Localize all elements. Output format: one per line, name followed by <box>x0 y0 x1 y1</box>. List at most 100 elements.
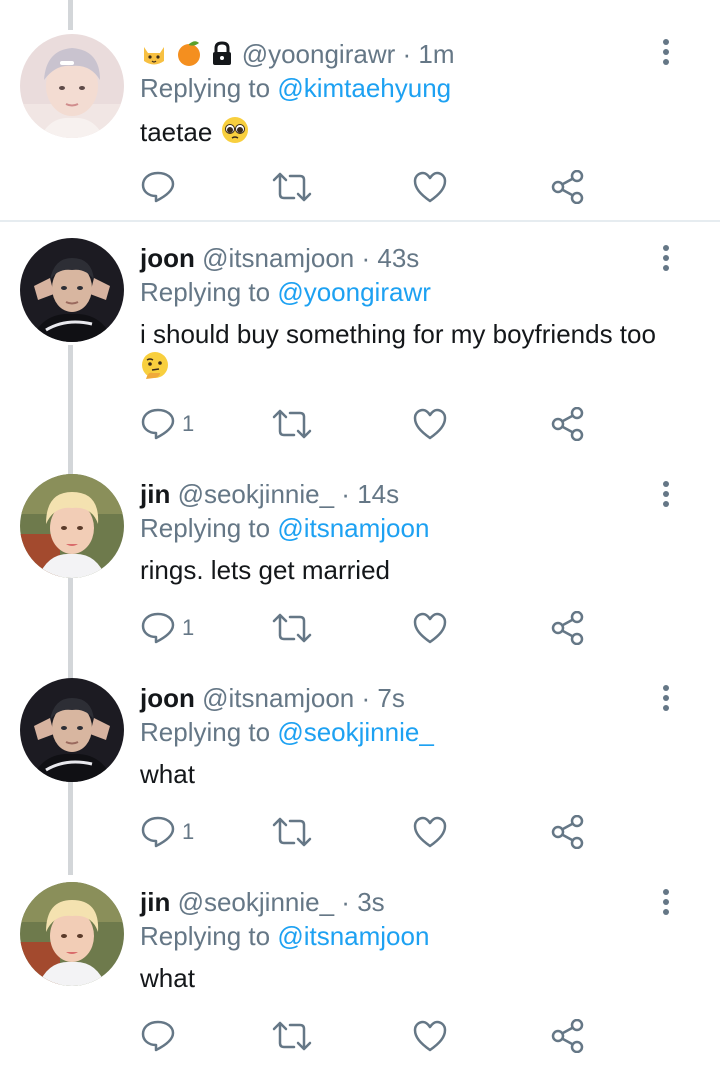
reply-button[interactable] <box>140 170 182 204</box>
replying-to: Replying to @kimtaehyung <box>140 72 451 104</box>
reply-count: 1 <box>182 411 195 436</box>
avatar-yoongirawr[interactable] <box>20 34 124 138</box>
like-button[interactable] <box>412 611 448 645</box>
tweet-time[interactable]: 14s <box>357 479 399 509</box>
reply-count: 1 <box>182 615 195 640</box>
tweet-handle[interactable]: @seokjinnie_ <box>178 479 334 509</box>
replying-to: Replying to @yoongirawr <box>140 276 431 308</box>
replying-mention-link[interactable]: @seokjinnie_ <box>277 717 433 747</box>
tweet-item[interactable]: jin @seokjinnie_ · 14s Replying to @itsn… <box>0 458 720 662</box>
tweet-header: joon @itsnamjoon · 43s <box>140 242 419 274</box>
replying-mention-link[interactable]: @itsnamjoon <box>277 921 429 951</box>
replying-mention-link[interactable]: @itsnamjoon <box>277 513 429 543</box>
heart-icon <box>412 1019 448 1053</box>
tweet-display-name[interactable]: jin <box>140 479 170 509</box>
share-button[interactable] <box>550 611 586 645</box>
reply-icon <box>140 407 176 441</box>
tweet-header: joon @itsnamjoon · 7s <box>140 682 405 714</box>
reply-count: 1 <box>182 819 195 844</box>
replying-mention-link[interactable]: @kimtaehyung <box>277 73 451 103</box>
tweet-text: what <box>140 962 680 995</box>
separator-dot: · <box>361 683 371 713</box>
like-button[interactable] <box>412 170 448 204</box>
retweet-icon <box>272 815 312 849</box>
like-button[interactable] <box>412 815 448 849</box>
avatar-itsnamjoon[interactable] <box>20 678 124 782</box>
retweet-button[interactable] <box>272 1019 312 1053</box>
tweet-handle[interactable]: @yoongirawr <box>242 39 396 69</box>
reply-button[interactable]: 1 <box>140 407 194 441</box>
tweet-header: @yoongirawr · 1m <box>140 38 455 74</box>
share-icon <box>550 1019 586 1053</box>
tweet-actions <box>140 170 600 204</box>
replying-mention-link[interactable]: @yoongirawr <box>277 277 431 307</box>
tweet-item[interactable]: joon @itsnamjoon · 43s Replying to @yoon… <box>0 222 720 458</box>
like-button[interactable] <box>412 407 448 441</box>
tweet-display-name[interactable]: joon <box>140 243 195 273</box>
heart-icon <box>412 611 448 645</box>
tweet-actions: 1 <box>140 407 600 441</box>
replying-prefix: Replying to <box>140 717 271 747</box>
share-button[interactable] <box>550 407 586 441</box>
retweet-icon <box>272 1019 312 1053</box>
tweet-item[interactable]: jin @seokjinnie_ · 3s Replying to @itsna… <box>0 866 720 1066</box>
retweet-button[interactable] <box>272 815 312 849</box>
tweet-actions <box>140 1019 600 1053</box>
reply-button[interactable] <box>140 1019 182 1053</box>
replying-prefix: Replying to <box>140 277 271 307</box>
retweet-button[interactable] <box>272 170 312 204</box>
replying-prefix: Replying to <box>140 73 271 103</box>
reply-icon <box>140 611 176 645</box>
like-button[interactable] <box>412 1019 448 1053</box>
retweet-icon <box>272 407 312 441</box>
reply-button[interactable]: 1 <box>140 611 194 645</box>
tangerine-emoji <box>175 39 203 74</box>
reply-icon <box>140 815 176 849</box>
retweet-button[interactable] <box>272 611 312 645</box>
replying-to: Replying to @seokjinnie_ <box>140 716 434 748</box>
tweet-item[interactable]: @yoongirawr · 1m Replying to @kimtaehyun… <box>0 0 720 220</box>
tweet-time[interactable]: 43s <box>377 243 419 273</box>
tweet-text-content: rings. lets get married <box>140 555 390 585</box>
replying-prefix: Replying to <box>140 921 271 951</box>
tweet-handle[interactable]: @seokjinnie_ <box>178 887 334 917</box>
tweet-actions: 1 <box>140 611 600 645</box>
tweet-header: jin @seokjinnie_ · 3s <box>140 886 385 918</box>
tweet-time[interactable]: 7s <box>377 683 404 713</box>
tweet-text: i should buy something for my boyfriends… <box>140 318 680 389</box>
more-vertical-icon[interactable] <box>656 244 676 274</box>
tweet-text-content: what <box>140 759 195 789</box>
share-button[interactable] <box>550 170 586 204</box>
tweet-text: rings. lets get married <box>140 554 680 587</box>
tweet-display-name[interactable]: joon <box>140 683 195 713</box>
tweet-handle[interactable]: @itsnamjoon <box>202 683 354 713</box>
retweet-icon <box>272 170 312 204</box>
tweet-item[interactable]: joon @itsnamjoon · 7s Replying to @seokj… <box>0 662 720 866</box>
retweet-button[interactable] <box>272 407 312 441</box>
tweet-handle[interactable]: @itsnamjoon <box>202 243 354 273</box>
tweet-time[interactable]: 3s <box>357 887 384 917</box>
more-vertical-icon[interactable] <box>656 684 676 714</box>
more-vertical-icon[interactable] <box>656 38 676 68</box>
avatar-seokjinnie[interactable] <box>20 474 124 578</box>
tweet-text: taetae <box>140 115 680 153</box>
avatar-seokjinnie[interactable] <box>20 882 124 986</box>
avatar-itsnamjoon[interactable] <box>20 238 124 342</box>
thinking-face-emoji <box>140 351 170 389</box>
share-icon <box>550 407 586 441</box>
tweet-text-content: taetae <box>140 117 213 147</box>
share-icon <box>550 815 586 849</box>
lock-icon <box>210 41 234 74</box>
reply-icon <box>140 1019 176 1053</box>
tweet-display-name[interactable]: jin <box>140 887 170 917</box>
more-vertical-icon[interactable] <box>656 888 676 918</box>
reply-icon <box>140 170 176 204</box>
reply-button[interactable]: 1 <box>140 815 194 849</box>
tweet-time[interactable]: 1m <box>418 39 454 69</box>
share-button[interactable] <box>550 1019 586 1053</box>
retweet-icon <box>272 611 312 645</box>
more-vertical-icon[interactable] <box>656 480 676 510</box>
tweet-header: jin @seokjinnie_ · 14s <box>140 478 399 510</box>
share-button[interactable] <box>550 815 586 849</box>
tweet-text-content: what <box>140 963 195 993</box>
